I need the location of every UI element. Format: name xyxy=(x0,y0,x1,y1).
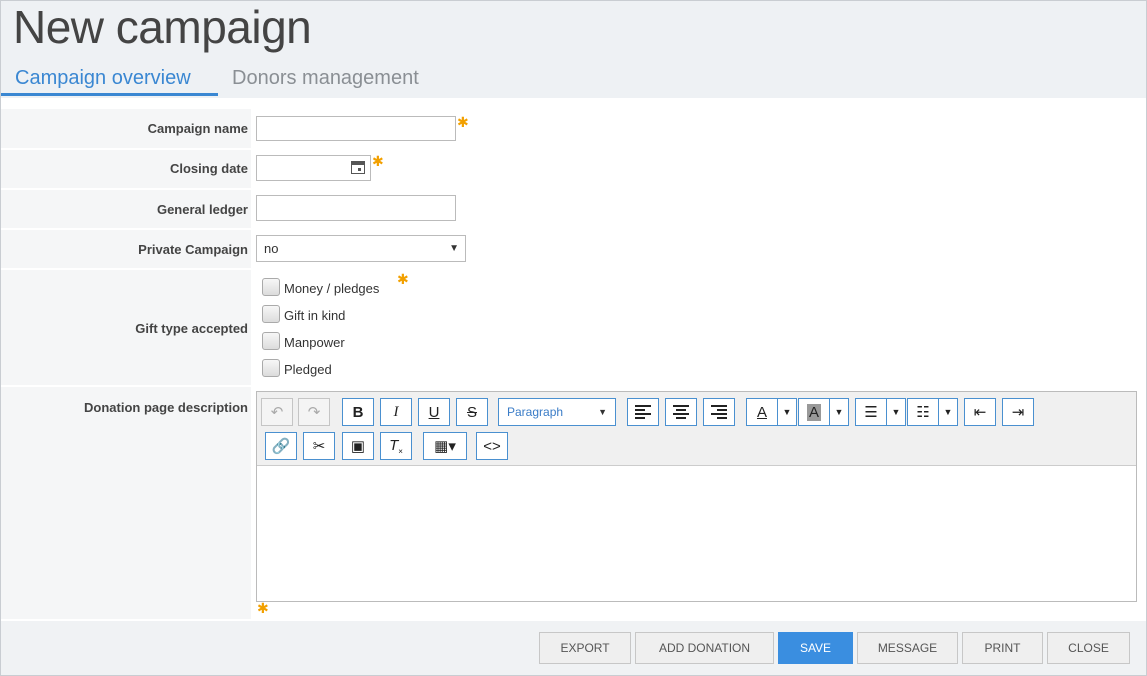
chevron-down-icon: ▼ xyxy=(834,407,844,417)
required-star-icon: ✱ xyxy=(372,153,384,169)
bold-button[interactable]: B xyxy=(342,398,374,426)
text-color-dropdown[interactable]: ▼ xyxy=(777,398,797,426)
insert-table-button[interactable]: ▦▾ xyxy=(423,432,467,460)
underline-icon: U xyxy=(428,403,440,421)
required-star-icon: ✱ xyxy=(457,114,469,130)
link-icon: 🔗 xyxy=(271,438,291,455)
checkbox-label-money-pledges[interactable]: Money / pledges xyxy=(284,281,379,296)
undo-icon: ↶ xyxy=(270,404,284,421)
outdent-icon: ⇤ xyxy=(973,404,987,421)
checkbox-gift-in-kind[interactable] xyxy=(262,305,280,323)
align-center-icon xyxy=(673,405,689,419)
undo-button[interactable]: ↶ xyxy=(261,398,293,426)
export-button[interactable]: EXPORT xyxy=(539,632,631,664)
redo-button[interactable]: ↷ xyxy=(298,398,330,426)
strikethrough-icon: S xyxy=(466,403,477,421)
chevron-down-icon: ▼ xyxy=(891,407,901,417)
text-color-button[interactable]: A xyxy=(746,398,778,426)
insert-image-button[interactable]: ▣ xyxy=(342,432,374,460)
general-ledger-label: General ledger xyxy=(156,202,248,217)
redo-icon: ↷ xyxy=(307,404,321,421)
tab-donors-management[interactable]: Donors management xyxy=(232,63,419,96)
campaign-window: New campaign Campaign overview Donors ma… xyxy=(0,0,1147,676)
insert-link-button[interactable]: 🔗 xyxy=(265,432,297,460)
campaign-name-input[interactable] xyxy=(256,116,456,141)
general-ledger-row: General ledger xyxy=(1,190,1146,228)
numbered-list-dropdown[interactable]: ▼ xyxy=(938,398,958,426)
remove-link-button[interactable]: ✂ xyxy=(303,432,335,460)
outdent-button[interactable]: ⇤ xyxy=(964,398,996,426)
clear-formatting-button[interactable]: T× xyxy=(380,432,412,460)
underline-button[interactable]: U xyxy=(418,398,450,426)
format-block-value: Paragraph xyxy=(507,405,564,419)
checkbox-pledged[interactable] xyxy=(262,359,280,377)
text-color-icon: A xyxy=(756,403,767,421)
bold-icon: B xyxy=(352,403,364,421)
table-icon: ▦▾ xyxy=(434,438,456,455)
tab-campaign-overview[interactable]: Campaign overview xyxy=(1,63,218,96)
indent-icon: ⇥ xyxy=(1011,404,1025,421)
save-button[interactable]: SAVE xyxy=(778,632,853,664)
donation-description-label: Donation page description xyxy=(84,400,248,415)
background-color-icon: A xyxy=(806,403,821,421)
closing-date-label: Closing date xyxy=(169,161,248,176)
checkbox-label-gift-in-kind[interactable]: Gift in kind xyxy=(284,308,345,323)
private-campaign-select[interactable]: no ▼ xyxy=(256,235,466,262)
align-left-icon xyxy=(635,405,651,419)
private-campaign-label: Private Campaign xyxy=(138,242,248,257)
closing-date-row: Closing date ✱ xyxy=(1,150,1146,188)
required-star-icon: ✱ xyxy=(397,271,409,287)
background-color-dropdown[interactable]: ▼ xyxy=(829,398,849,426)
gift-type-row: Gift type accepted xyxy=(1,270,1146,385)
chevron-down-icon: ▼ xyxy=(598,407,607,417)
add-donation-button[interactable]: ADD DONATION xyxy=(635,632,774,664)
chevron-down-icon: ▼ xyxy=(449,243,459,254)
gift-type-label: Gift type accepted xyxy=(135,321,248,336)
print-button[interactable]: PRINT xyxy=(962,632,1043,664)
page-title: New campaign xyxy=(13,1,312,53)
calendar-icon[interactable] xyxy=(351,161,365,174)
bullet-list-button[interactable]: ☰ xyxy=(855,398,887,426)
italic-icon: I xyxy=(393,403,399,420)
chevron-down-icon: ▼ xyxy=(943,407,953,417)
chevron-down-icon: ▼ xyxy=(782,407,792,417)
page-header: New campaign Campaign overview Donors ma… xyxy=(1,1,1146,98)
message-button[interactable]: MESSAGE xyxy=(857,632,958,664)
numbered-list-icon: ☷ xyxy=(916,404,930,421)
campaign-name-label: Campaign name xyxy=(147,121,248,136)
rich-text-editor: ↶ ↷ B I U S Paragraph ▼ A ▼ A ▼ ☰ ▼ ☷ ▼ … xyxy=(256,391,1137,602)
unlink-icon: ✂ xyxy=(312,438,326,455)
checkbox-manpower[interactable] xyxy=(262,332,280,350)
align-left-button[interactable] xyxy=(627,398,659,426)
private-campaign-row: Private Campaign no ▼ xyxy=(1,230,1146,268)
indent-button[interactable]: ⇥ xyxy=(1002,398,1034,426)
clear-formatting-icon: T× xyxy=(389,436,403,456)
strikethrough-button[interactable]: S xyxy=(456,398,488,426)
checkbox-label-manpower[interactable]: Manpower xyxy=(284,335,345,350)
align-center-button[interactable] xyxy=(665,398,697,426)
format-block-select[interactable]: Paragraph ▼ xyxy=(498,398,616,426)
required-star-icon: ✱ xyxy=(257,600,269,616)
background-color-button[interactable]: A xyxy=(798,398,830,426)
bullet-list-dropdown[interactable]: ▼ xyxy=(886,398,906,426)
general-ledger-input[interactable] xyxy=(256,195,456,221)
editor-content-area[interactable] xyxy=(257,466,1136,601)
editor-toolbar: ↶ ↷ B I U S Paragraph ▼ A ▼ A ▼ ☰ ▼ ☷ ▼ … xyxy=(257,392,1136,466)
checkbox-label-pledged[interactable]: Pledged xyxy=(284,362,332,377)
closing-date-input[interactable] xyxy=(256,155,371,181)
code-icon: <> xyxy=(483,437,501,455)
align-right-icon xyxy=(711,405,727,419)
checkbox-money-pledges[interactable] xyxy=(262,278,280,296)
numbered-list-button[interactable]: ☷ xyxy=(907,398,939,426)
bullet-list-icon: ☰ xyxy=(864,404,878,421)
italic-button[interactable]: I xyxy=(380,398,412,426)
align-right-button[interactable] xyxy=(703,398,735,426)
close-button[interactable]: CLOSE xyxy=(1047,632,1130,664)
image-icon: ▣ xyxy=(350,438,366,455)
source-code-button[interactable]: <> xyxy=(476,432,508,460)
campaign-name-row: Campaign name ✱ xyxy=(1,109,1146,148)
private-campaign-value: no xyxy=(264,241,279,256)
